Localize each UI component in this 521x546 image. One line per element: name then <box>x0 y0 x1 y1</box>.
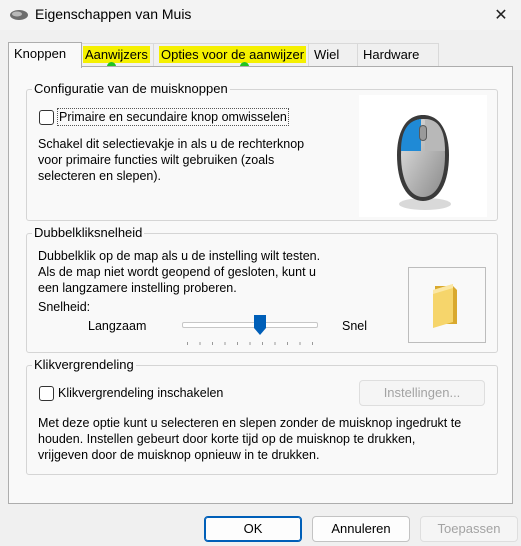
tab-knoppen[interactable]: Knoppen <box>8 42 82 68</box>
swap-description-line: Schakel dit selectievakje in als u de re… <box>38 137 305 151</box>
mouse-illustration-icon <box>397 115 451 210</box>
folder-icon <box>433 284 457 328</box>
close-icon: ✕ <box>494 7 508 24</box>
tab-label: Aanwijzers <box>83 46 150 63</box>
click-lock-label[interactable]: Klikvergrendeling inschakelen <box>58 385 223 401</box>
slow-label: Langzaam <box>88 319 147 333</box>
double-click-description-line: Als de map niet wordt geopend of geslote… <box>38 265 316 279</box>
click-lock-description-line: Met deze optie kunt u selecteren en slep… <box>38 416 462 430</box>
tab-strip: Knoppen Aanwijzers Opties voor de aanwij… <box>8 42 513 68</box>
close-button[interactable]: ✕ <box>481 0 521 30</box>
double-click-description-line: Dubbelklik op de map als u de instelling… <box>38 249 321 263</box>
swap-description-line: selecteren en slepen). <box>38 169 161 183</box>
speed-label: Snelheid: <box>38 300 91 314</box>
group-title: Dubbelkliksnelheid <box>32 225 145 240</box>
tab-label: Hardware <box>363 47 420 62</box>
tab-panel: Configuratie van de muisknoppen Primaire… <box>8 66 513 504</box>
swap-description-line: voor primaire functies wilt gebruiken (z… <box>38 153 275 167</box>
title-bar: Eigenschappen van Muis ✕ <box>0 0 521 30</box>
button-config-group: Configuratie van de muisknoppen Primaire… <box>26 81 498 221</box>
group-title: Configuratie van de muisknoppen <box>32 81 230 96</box>
click-lock-group: Klikvergrendeling Klikvergrendeling insc… <box>26 357 498 475</box>
tab-label: Opties voor de aanwijzer <box>159 46 307 63</box>
tab-wiel[interactable]: Wiel <box>308 43 358 66</box>
slider-ticks <box>187 342 313 345</box>
swap-buttons-checkbox[interactable] <box>39 110 54 125</box>
tab-label: Knoppen <box>14 46 67 61</box>
double-click-group: Dubbelkliksnelheid Dubbelklik op de map … <box>26 225 498 353</box>
tab-hardware[interactable]: Hardware <box>357 43 439 66</box>
tab-label: Wiel <box>314 47 340 62</box>
mouse-icon <box>10 10 28 20</box>
ok-button[interactable]: OK <box>204 516 302 542</box>
swap-buttons-label[interactable]: Primaire en secundaire knop omwisselen <box>57 108 289 126</box>
tab-aanwijzers[interactable]: Aanwijzers <box>77 43 163 66</box>
tab-opties-aanwijzer[interactable]: Opties voor de aanwijzer <box>153 43 318 66</box>
speed-slider-track[interactable] <box>182 322 318 328</box>
group-title: Klikvergrendeling <box>32 357 136 372</box>
fast-label: Snel <box>342 319 368 333</box>
apply-button[interactable]: Toepassen <box>420 516 518 542</box>
test-folder[interactable] <box>408 267 486 343</box>
speed-slider-thumb[interactable] <box>253 315 266 335</box>
cancel-button[interactable]: Annuleren <box>312 516 410 542</box>
double-click-description-line: een langzamere instelling proberen. <box>38 281 237 295</box>
click-lock-checkbox[interactable] <box>39 386 54 401</box>
click-lock-description-line: vrijgeven door de muisknop opnieuw in te… <box>38 448 320 462</box>
window-title: Eigenschappen van Muis <box>35 6 192 22</box>
click-lock-description-line: houden. Instellen gebeurt door korte tij… <box>38 432 416 446</box>
settings-button[interactable]: Instellingen... <box>359 380 485 406</box>
mouse-preview <box>359 95 487 217</box>
